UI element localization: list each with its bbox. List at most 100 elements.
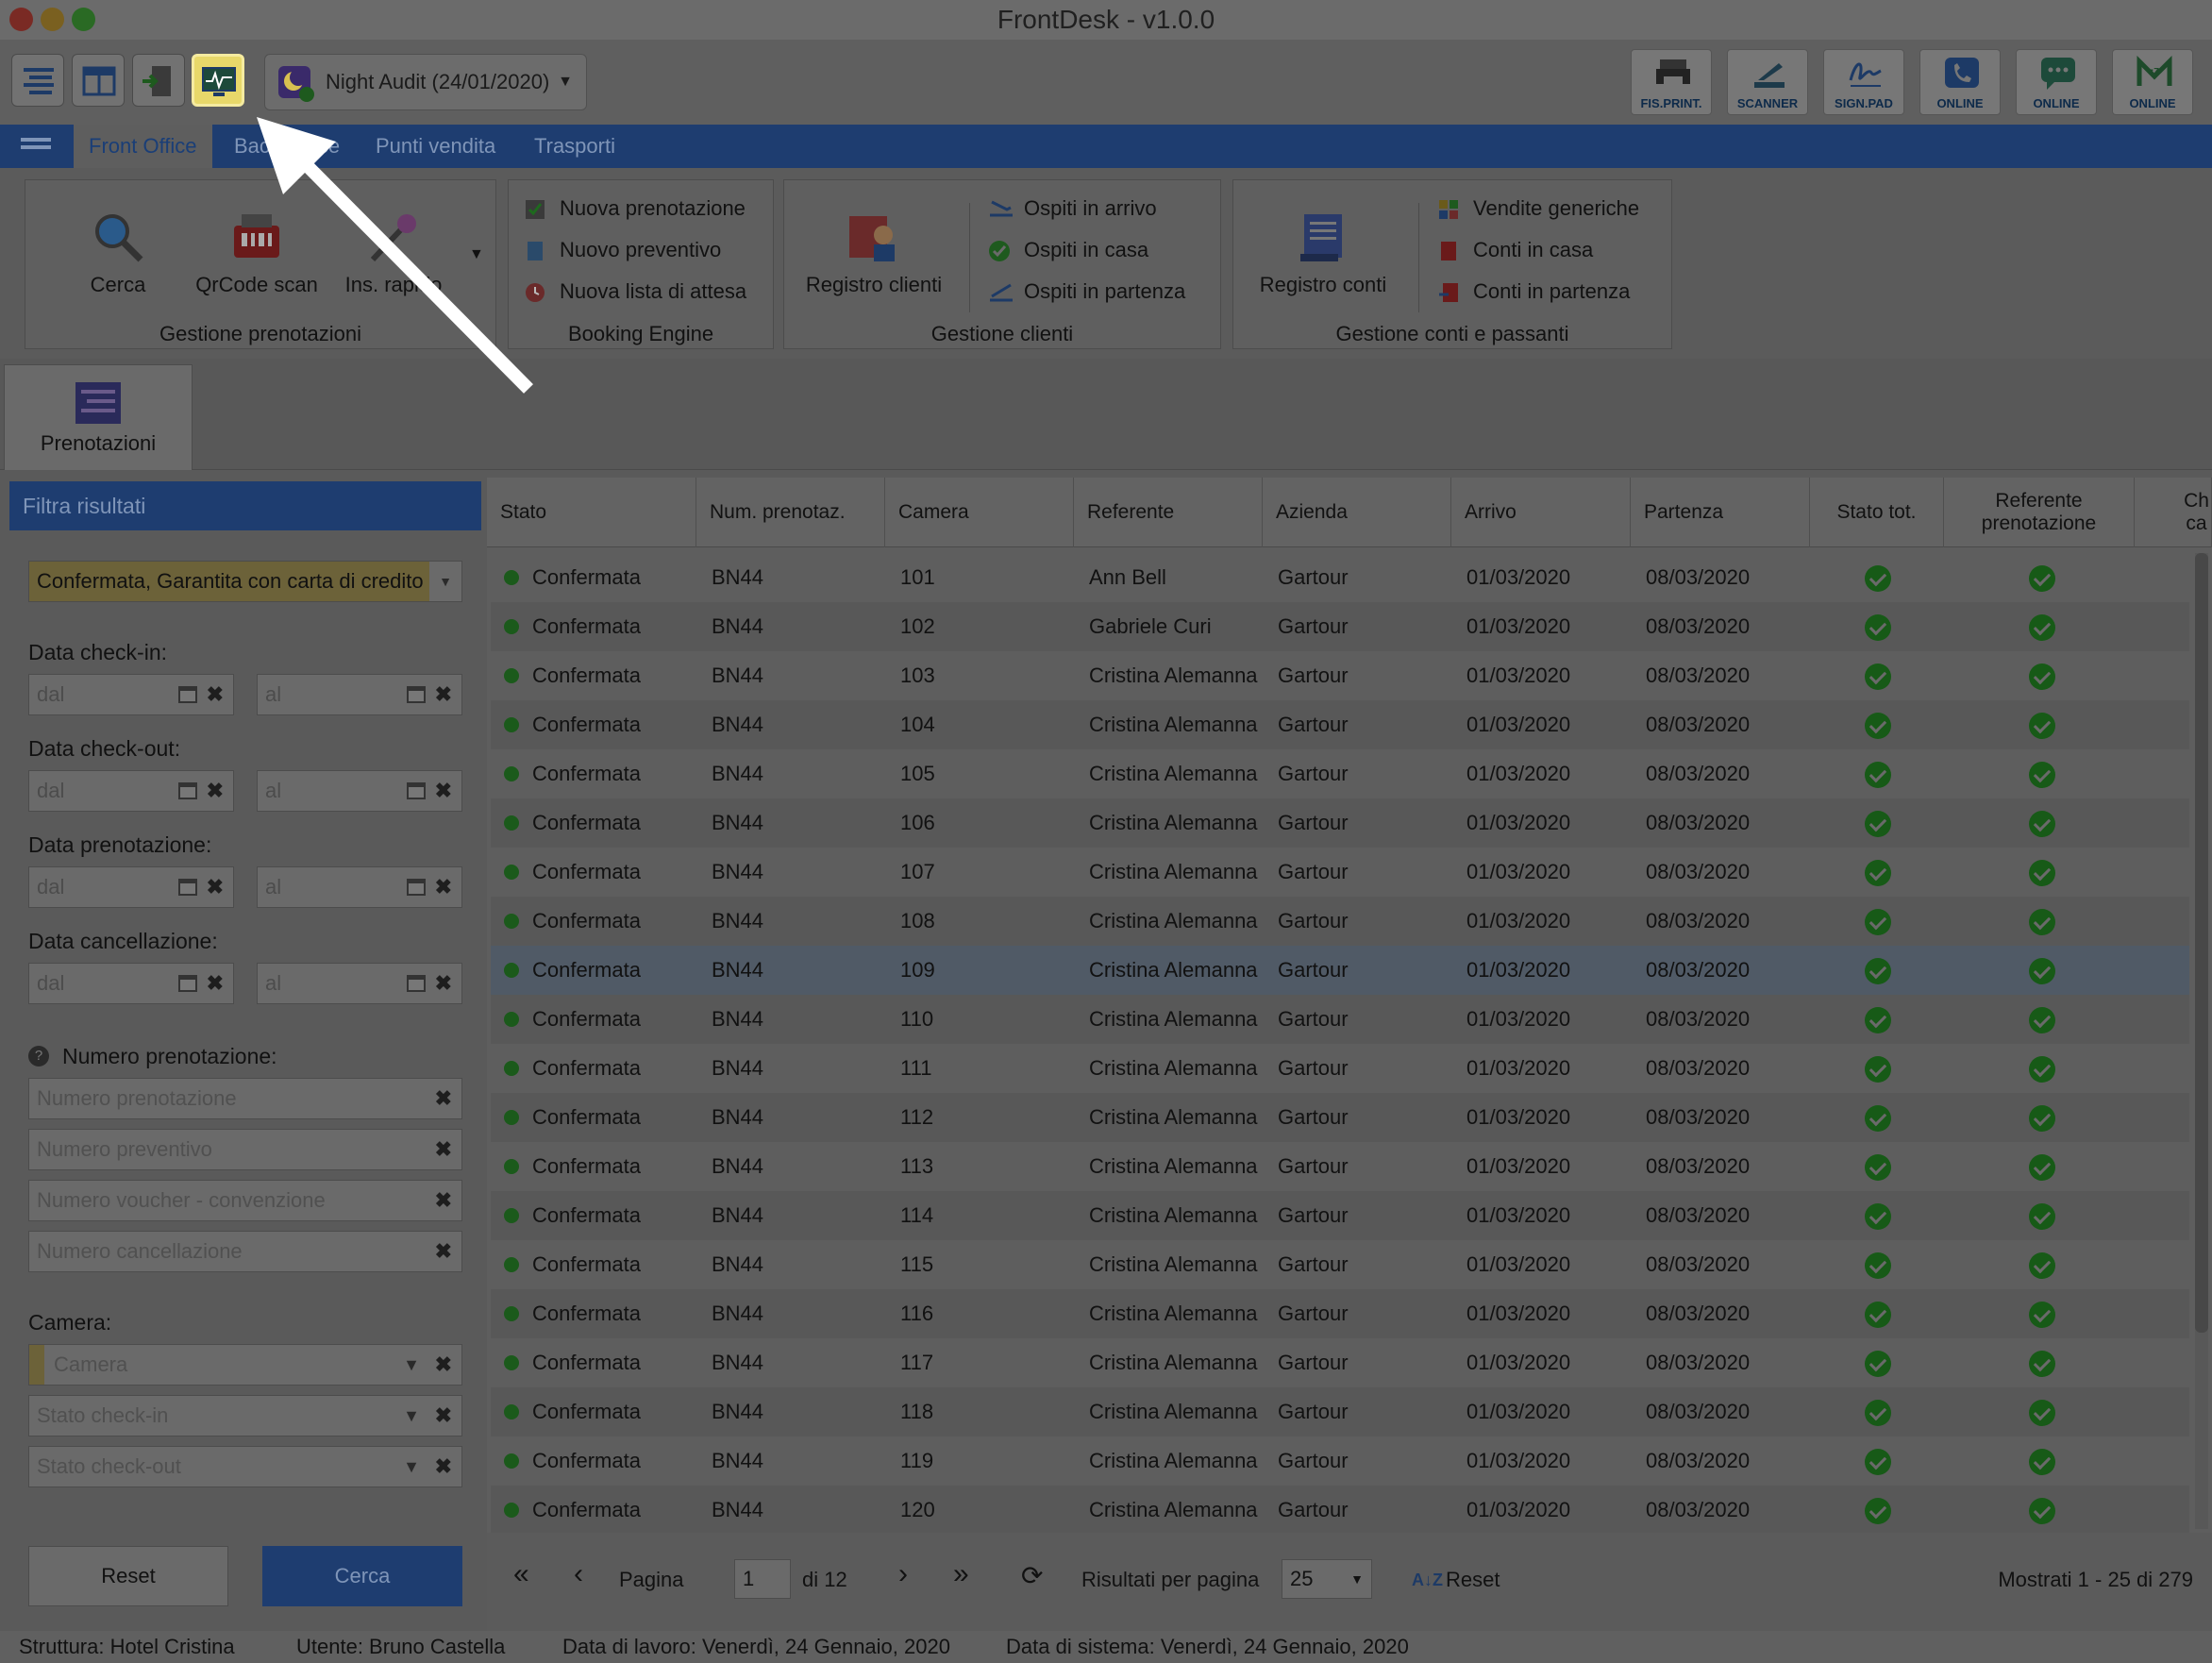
camera-select[interactable]: Camera ▼ ✖: [28, 1344, 462, 1386]
calendar-icon[interactable]: [405, 875, 427, 898]
scrollbar-thumb[interactable]: [2195, 553, 2208, 1333]
numero-voucher-input[interactable]: Numero voucher - convenzione ✖: [28, 1180, 462, 1221]
cancellazione-from-input[interactable]: dal ✖: [28, 963, 234, 1004]
numero-prenotazione-input[interactable]: Numero prenotazione ✖: [28, 1078, 462, 1119]
table-row[interactable]: Confermata BN44 108 Cristina Alemanna Gartou…: [491, 897, 2189, 946]
minimize-window-button[interactable]: [41, 8, 64, 31]
table-row[interactable]: Confermata BN44 106 Cristina Alemanna Gartou…: [491, 798, 2189, 848]
clear-icon[interactable]: ✖: [435, 1345, 452, 1385]
scanner-button[interactable]: SCANNER: [1727, 49, 1808, 115]
table-row[interactable]: Confermata BN44 119 Cristina Alemanna Gartou…: [491, 1436, 2189, 1486]
chevron-down-icon[interactable]: ▼: [469, 246, 484, 263]
table-row[interactable]: Confermata BN44 114 Cristina Alemanna Gartou…: [491, 1191, 2189, 1240]
tab-front-office[interactable]: Front Office: [74, 125, 212, 168]
tab-prenotazioni[interactable]: Prenotazioni: [4, 364, 193, 470]
monitor-button[interactable]: [192, 54, 244, 107]
checkin-to-input[interactable]: al ✖: [257, 674, 462, 715]
last-page-icon[interactable]: »: [953, 1557, 969, 1591]
col-referente[interactable]: Referente: [1074, 478, 1263, 547]
table-row[interactable]: Confermata BN44 103 Cristina Alemanna Gartou…: [491, 651, 2189, 700]
checkin-from-input[interactable]: dal ✖: [28, 674, 234, 715]
clear-icon[interactable]: ✖: [207, 867, 224, 907]
clear-icon[interactable]: ✖: [207, 964, 224, 1003]
table-row[interactable]: Confermata BN44 116 Cristina Alemanna Gartou…: [491, 1289, 2189, 1338]
table-row[interactable]: Confermata BN44 105 Cristina Alemanna Gartou…: [491, 749, 2189, 798]
checkin-door-button[interactable]: [132, 54, 185, 107]
per-page-select[interactable]: 25 ▼: [1282, 1559, 1372, 1599]
col-stato[interactable]: Stato: [487, 478, 696, 547]
tab-back-office[interactable]: Back Office: [219, 125, 355, 168]
close-window-button[interactable]: [9, 8, 33, 31]
clear-icon[interactable]: ✖: [435, 1079, 452, 1118]
clear-icon[interactable]: ✖: [435, 1447, 452, 1487]
layout-button[interactable]: [72, 54, 125, 107]
checkout-from-input[interactable]: dal ✖: [28, 770, 234, 812]
menu-icon[interactable]: [21, 138, 51, 153]
first-page-icon[interactable]: «: [513, 1557, 529, 1591]
ospiti-arrivo-button[interactable]: Ospiti in arrivo: [988, 192, 1157, 226]
col-ch-ca[interactable]: Ch ca: [2135, 478, 2212, 547]
cancellazione-to-input[interactable]: al ✖: [257, 963, 462, 1004]
prenotazione-from-input[interactable]: dal ✖: [28, 866, 234, 908]
registro-clienti-button[interactable]: Registro clienti: [794, 209, 954, 297]
nuova-prenotazione-button[interactable]: Nuova prenotazione: [524, 192, 746, 226]
clear-icon[interactable]: ✖: [435, 1232, 452, 1271]
table-row[interactable]: Confermata BN44 115 Cristina Alemanna Gartou…: [491, 1240, 2189, 1289]
table-row[interactable]: Confermata BN44 118 Cristina Alemanna Gartou…: [491, 1387, 2189, 1436]
prev-page-icon[interactable]: ‹: [574, 1557, 583, 1591]
clear-icon[interactable]: ✖: [435, 1396, 452, 1436]
clear-icon[interactable]: ✖: [435, 1130, 452, 1169]
col-num-prenotaz[interactable]: Num. prenotaz.: [696, 478, 885, 547]
table-row[interactable]: Confermata BN44 107 Cristina Alemanna Gartou…: [491, 848, 2189, 897]
calendar-icon[interactable]: [176, 779, 199, 801]
chat-online-button[interactable]: ONLINE: [2016, 49, 2097, 115]
table-row[interactable]: Confermata BN44 104 Cristina Alemanna Gartou…: [491, 700, 2189, 749]
conti-partenza-button[interactable]: Conti in partenza: [1437, 275, 1630, 309]
numero-preventivo-input[interactable]: Numero preventivo ✖: [28, 1129, 462, 1170]
prenotazione-to-input[interactable]: al ✖: [257, 866, 462, 908]
nuovo-preventivo-button[interactable]: Nuovo preventivo: [524, 233, 721, 267]
clear-icon[interactable]: ✖: [435, 771, 452, 811]
mail-online-button[interactable]: zZ ONLINE: [2112, 49, 2193, 115]
table-row[interactable]: Confermata BN44 113 Cristina Alemanna Gartou…: [491, 1142, 2189, 1191]
numero-cancellazione-input[interactable]: Numero cancellazione ✖: [28, 1231, 462, 1272]
calendar-icon[interactable]: [405, 682, 427, 705]
next-page-icon[interactable]: ›: [898, 1557, 908, 1591]
col-referente-prenotazione[interactable]: Referente prenotazione: [1944, 478, 2135, 547]
checkout-to-input[interactable]: al ✖: [257, 770, 462, 812]
table-row[interactable]: Confermata BN44 102 Gabriele Curi Gartour 01/…: [491, 602, 2189, 651]
refresh-icon[interactable]: ⟳: [1021, 1559, 1043, 1593]
registro-conti-button[interactable]: Registro conti: [1243, 209, 1403, 297]
maximize-window-button[interactable]: [72, 8, 95, 31]
phone-online-button[interactable]: ONLINE: [1919, 49, 2001, 115]
list-view-button[interactable]: [11, 54, 64, 107]
filter-reset-button[interactable]: Reset: [28, 1546, 228, 1606]
clear-icon[interactable]: ✖: [207, 675, 224, 714]
ins-rapido-button[interactable]: Ins. rapido: [327, 209, 460, 297]
stato-select[interactable]: Confermata, Garantita con carta di credi…: [28, 561, 462, 602]
nuova-lista-attesa-button[interactable]: Nuova lista di attesa: [524, 275, 746, 309]
table-row[interactable]: Confermata BN44 109 Cristina Alemanna Gartou…: [491, 946, 2189, 995]
col-stato-tot[interactable]: Stato tot.: [1810, 478, 1944, 547]
stato-checkin-select[interactable]: Stato check-in ▼ ✖: [28, 1395, 462, 1436]
table-row[interactable]: Confermata BN44 111 Cristina Alemanna Gartou…: [491, 1044, 2189, 1093]
col-partenza[interactable]: Partenza: [1631, 478, 1810, 547]
fiscal-printer-button[interactable]: FIS.PRINT.: [1631, 49, 1712, 115]
col-camera[interactable]: Camera: [885, 478, 1074, 547]
ospiti-casa-button[interactable]: Ospiti in casa: [988, 233, 1148, 267]
tab-punti-vendita[interactable]: Punti vendita: [360, 125, 511, 168]
clear-icon[interactable]: ✖: [435, 867, 452, 907]
clear-icon[interactable]: ✖: [435, 675, 452, 714]
table-row[interactable]: Confermata BN44 101 Ann Bell Gartour 01/03/20…: [491, 553, 2189, 602]
pager-reset-button[interactable]: Reset: [1446, 1563, 1500, 1597]
cerca-button[interactable]: Cerca: [61, 209, 175, 297]
table-row[interactable]: Confermata BN44 112 Cristina Alemanna Gartou…: [491, 1093, 2189, 1142]
col-arrivo[interactable]: Arrivo: [1451, 478, 1631, 547]
clear-icon[interactable]: ✖: [207, 771, 224, 811]
calendar-icon[interactable]: [405, 971, 427, 994]
stato-checkout-select[interactable]: Stato check-out ▼ ✖: [28, 1446, 462, 1487]
calendar-icon[interactable]: [176, 875, 199, 898]
tab-trasporti[interactable]: Trasporti: [519, 125, 630, 168]
vendite-generiche-button[interactable]: Vendite generiche: [1437, 192, 1639, 226]
table-row[interactable]: Confermata BN44 120 Cristina Alemanna Gartou…: [491, 1486, 2189, 1533]
